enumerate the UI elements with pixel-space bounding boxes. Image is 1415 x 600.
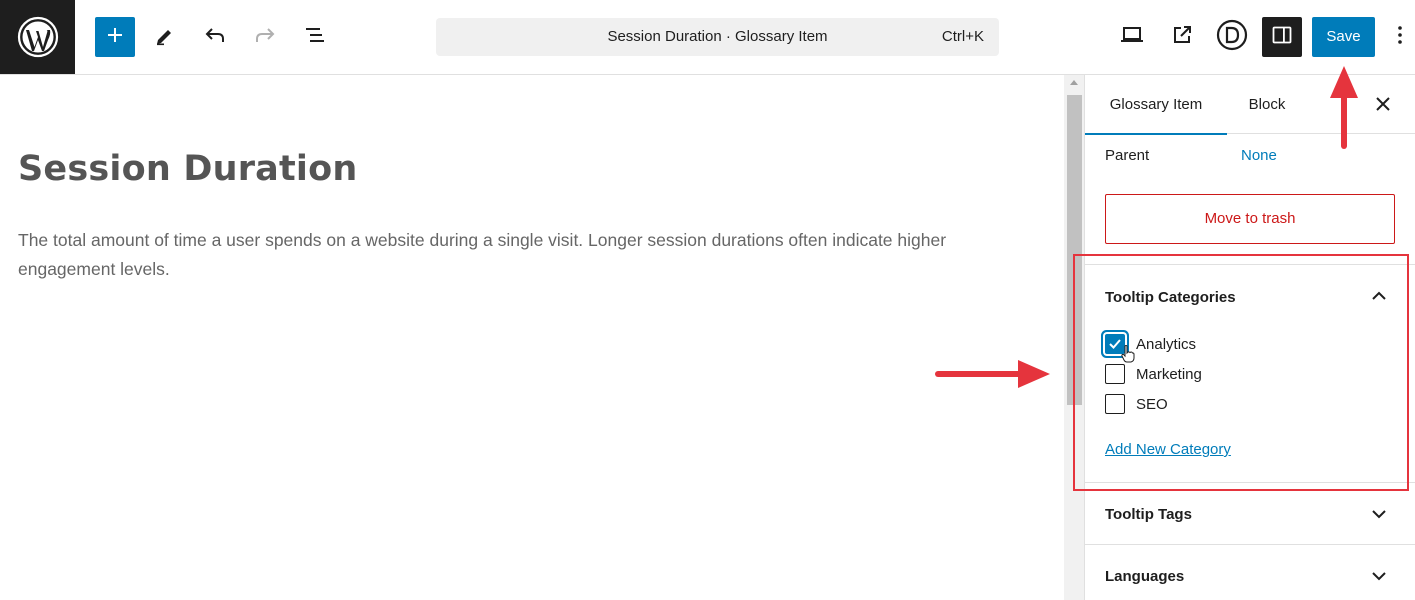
plus-icon [105,25,125,50]
options-menu-button[interactable] [1390,17,1410,57]
chevron-down-icon[interactable] [1369,504,1389,524]
command-palette-bar[interactable]: Session Duration · Glossary Item Ctrl+K [436,18,999,56]
post-paragraph[interactable]: The total amount of time a user spends o… [18,226,1018,284]
laptop-icon [1119,22,1145,53]
editor-canvas: Session Duration The total amount of tim… [0,75,1064,600]
move-to-trash-button[interactable]: Move to trash [1105,194,1395,244]
external-link-icon [1170,23,1194,52]
settings-sidebar-toggle[interactable] [1262,17,1302,57]
kebab-menu-icon [1397,25,1403,50]
document-title: Session Duration · Glossary Item [607,28,828,45]
block-inserter-button[interactable] [95,17,135,57]
editor-header: Session Duration · Glossary Item Ctrl+K … [0,0,1415,75]
sidebar-toggle-icon [1270,23,1294,52]
undo-icon [203,23,227,52]
panel-divider [1085,544,1415,545]
save-button[interactable]: Save [1312,17,1375,57]
view-post-button[interactable] [1162,17,1202,57]
divi-d-icon [1216,19,1248,56]
tooltip-tags-panel-title[interactable]: Tooltip Tags [1105,506,1192,523]
redo-button[interactable] [245,17,285,57]
document-overview-button[interactable] [295,17,335,57]
list-view-icon [303,23,327,52]
wordpress-logo-icon[interactable] [0,0,75,74]
command-shortcut: Ctrl+K [941,28,984,45]
close-sidebar-button[interactable] [1371,92,1395,116]
annotation-arrow-up-icon [1330,66,1358,149]
close-icon [1371,97,1395,120]
preview-button[interactable] [1112,17,1152,57]
tab-block[interactable]: Block [1227,75,1307,134]
divi-builder-button[interactable] [1212,17,1252,57]
tools-button[interactable] [145,17,185,57]
annotation-highlight-box [1073,254,1409,491]
pencil-icon [154,24,176,51]
scroll-up-arrow-icon[interactable] [1070,80,1078,85]
chevron-down-icon[interactable] [1369,566,1389,586]
undo-button[interactable] [195,17,235,57]
redo-icon [253,23,277,52]
post-title[interactable]: Session Duration [18,149,358,189]
parent-select[interactable]: None [1241,147,1277,164]
tab-glossary-item[interactable]: Glossary Item [1085,75,1227,135]
annotation-arrow-right-icon [935,360,1050,388]
languages-panel-title[interactable]: Languages [1105,568,1184,585]
sidebar-tabs: Glossary Item Block [1085,75,1415,135]
parent-label: Parent [1105,147,1150,164]
